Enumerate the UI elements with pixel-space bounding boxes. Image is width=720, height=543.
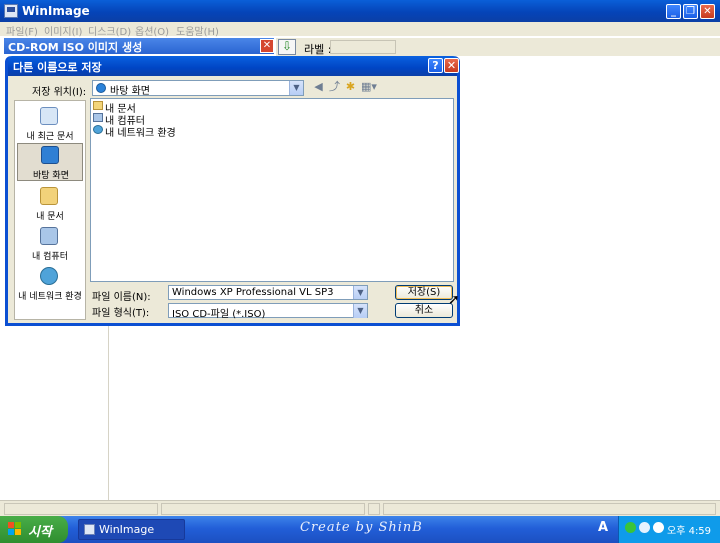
place-network[interactable]: 내 네트워크 환경 xyxy=(17,265,83,303)
place-network-label: 내 네트워크 환경 xyxy=(18,292,82,302)
place-recent-label: 내 최근 문서 xyxy=(26,132,74,142)
dialog-close-button[interactable]: ✕ xyxy=(444,58,459,73)
taskbar: 시작 WinImage Create by ShinB A 오후 4:59 xyxy=(0,516,720,543)
desktop-icon xyxy=(41,146,59,164)
panel-toolbar: 라벨 : xyxy=(276,38,720,56)
minimize-button[interactable]: _ xyxy=(666,4,681,19)
file-name-label: 파일 이름(N): xyxy=(92,292,151,303)
file-type-label: 파일 형식(T): xyxy=(92,308,150,319)
desktop-icon xyxy=(96,83,106,93)
view-menu-icon[interactable]: ▦▾ xyxy=(360,81,378,94)
chevron-down-icon[interactable]: ▼ xyxy=(353,286,367,299)
extract-icon[interactable] xyxy=(278,39,296,55)
volume-icon[interactable] xyxy=(653,522,664,533)
app-icon xyxy=(4,4,18,18)
panel-close-button[interactable]: ✕ xyxy=(260,39,274,53)
file-name-input[interactable]: Windows XP Professional VL SP3 ▼ xyxy=(168,285,368,300)
start-button[interactable]: 시작 xyxy=(0,516,68,543)
status-segment xyxy=(368,503,380,515)
place-my-computer-label: 내 컴퓨터 xyxy=(32,252,68,262)
menu-disk[interactable]: 디스크(D) xyxy=(88,23,131,38)
mouse-cursor-icon: ➚ xyxy=(448,292,460,308)
windows-logo-icon xyxy=(8,522,22,536)
status-segment xyxy=(161,503,365,515)
iso-panel-title: CD-ROM ISO 이미지 생성 ✕ xyxy=(4,38,274,54)
recent-docs-icon xyxy=(40,107,58,125)
my-documents-icon xyxy=(40,187,58,205)
cancel-button[interactable]: 취소 xyxy=(395,303,453,318)
app-icon xyxy=(84,524,95,535)
clock[interactable]: 오후 4:59 xyxy=(667,522,711,537)
taskbar-winimage-button[interactable]: WinImage xyxy=(78,519,185,540)
menu-help[interactable]: 도움말(H) xyxy=(176,23,219,38)
file-type-value: ISO CD-파일 (*.ISO) xyxy=(172,309,266,320)
pane-divider[interactable] xyxy=(108,320,109,500)
places-bar: 내 최근 문서 바탕 화면 내 문서 내 컴퓨터 내 네트워크 환경 xyxy=(14,100,86,320)
place-my-documents-label: 내 문서 xyxy=(36,212,64,222)
main-title: WinImage xyxy=(22,4,90,18)
label-caption: 라벨 : xyxy=(304,43,332,56)
close-button[interactable]: ✕ xyxy=(700,4,715,19)
menu-options[interactable]: 옵션(O) xyxy=(135,23,169,38)
file-type-select[interactable]: ISO CD-파일 (*.ISO) ▼ xyxy=(168,303,368,320)
look-in-label: 저장 위치(I): xyxy=(32,87,87,98)
status-segment xyxy=(4,503,158,515)
taskbar-winimage-label: WinImage xyxy=(99,523,155,536)
status-bar xyxy=(0,500,720,516)
ime-indicator[interactable]: A xyxy=(598,520,608,535)
restore-button[interactable]: ❐ xyxy=(683,4,698,19)
dialog-title-bar: 다른 이름으로 저장 ? ✕ xyxy=(8,56,459,76)
place-desktop-label: 바탕 화면 xyxy=(33,171,69,181)
place-my-documents[interactable]: 내 문서 xyxy=(17,185,83,223)
look-in-value: 바탕 화면 xyxy=(110,86,150,97)
look-in-select[interactable]: 바탕 화면 ▼ xyxy=(92,80,304,97)
my-computer-icon xyxy=(40,227,58,245)
place-my-computer[interactable]: 내 컴퓨터 xyxy=(17,225,83,263)
back-icon[interactable]: ◀ xyxy=(312,81,325,94)
computer-icon xyxy=(93,113,103,122)
watermark-text: Create by ShinB xyxy=(300,520,423,535)
place-recent[interactable]: 내 최근 문서 xyxy=(17,105,83,143)
list-item-label: 내 네트워크 환경 xyxy=(105,128,176,139)
menu-image[interactable]: 이미지(I) xyxy=(44,23,82,38)
menu-file[interactable]: 파일(F) xyxy=(6,23,38,38)
menu-bar: 파일(F) 이미지(I) 디스크(D) 옵션(O) 도움말(H) xyxy=(0,22,720,38)
dialog-title: 다른 이름으로 저장 xyxy=(13,61,102,74)
start-label: 시작 xyxy=(28,525,52,540)
network-status-icon[interactable] xyxy=(625,522,636,533)
iso-panel-title-text: CD-ROM ISO 이미지 생성 xyxy=(8,41,143,54)
label-input[interactable] xyxy=(330,40,396,54)
help-button[interactable]: ? xyxy=(428,58,443,73)
status-segment xyxy=(383,503,716,515)
save-as-dialog: 다른 이름으로 저장 ? ✕ 저장 위치(I): 바탕 화면 ▼ ◀ ⤴ ✱ ▦… xyxy=(5,56,460,326)
file-list[interactable]: 내 문서 내 컴퓨터 내 네트워크 환경 xyxy=(90,98,454,282)
system-tray: 오후 4:59 xyxy=(618,516,720,543)
new-folder-icon[interactable]: ✱ xyxy=(344,81,357,94)
place-desktop[interactable]: 바탕 화면 xyxy=(17,143,83,181)
folder-icon xyxy=(93,101,103,110)
network-icon xyxy=(40,267,58,285)
main-title-bar: WinImage _ ❐ ✕ xyxy=(0,0,720,22)
security-icon[interactable] xyxy=(639,522,650,533)
chevron-down-icon[interactable]: ▼ xyxy=(353,304,367,318)
file-name-value: Windows XP Professional VL SP3 xyxy=(172,287,334,298)
save-button[interactable]: 저장(S) xyxy=(395,285,453,300)
network-icon xyxy=(93,125,103,134)
up-folder-icon[interactable]: ⤴ xyxy=(328,81,341,94)
chevron-down-icon[interactable]: ▼ xyxy=(289,81,303,95)
